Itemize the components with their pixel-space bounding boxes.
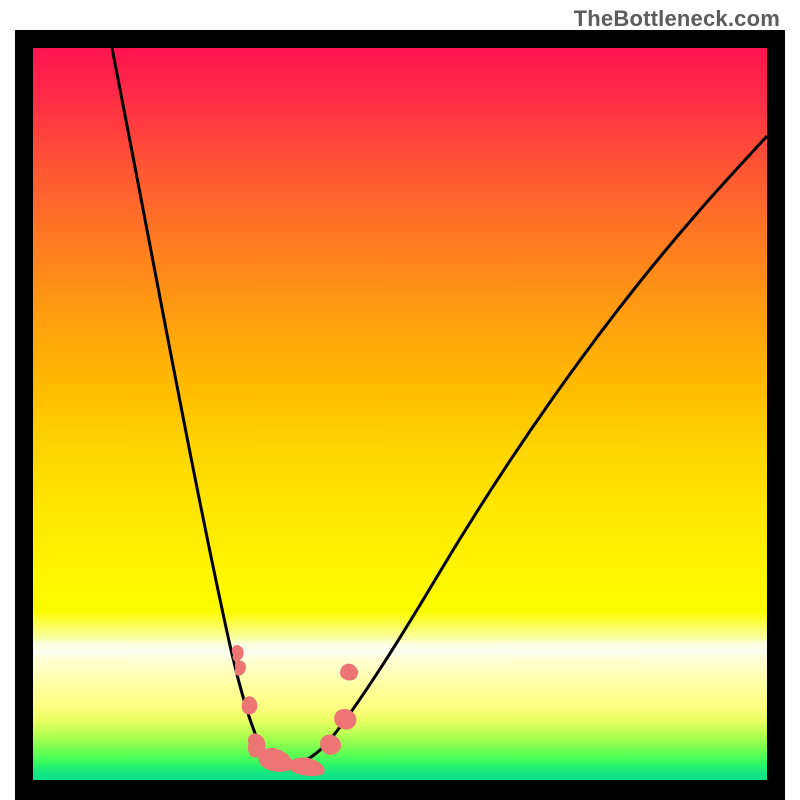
watermark-text: TheBottleneck.com: [574, 6, 780, 32]
chart-svg: [33, 48, 767, 780]
plot-area: [33, 48, 767, 780]
marker-cluster: [232, 646, 357, 776]
bottleneck-curve: [112, 48, 767, 765]
chart-frame: [15, 30, 785, 800]
